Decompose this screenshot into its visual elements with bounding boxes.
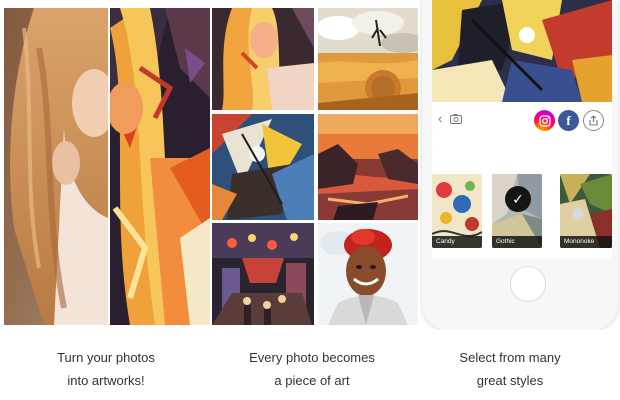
- stylized-photo-preview: [432, 0, 612, 102]
- caption-line: Select from many: [459, 350, 561, 365]
- camera-icon[interactable]: [450, 113, 462, 125]
- artwork-photo-half: [107, 8, 210, 325]
- caption-line: Every photo becomes: [249, 350, 375, 365]
- phone-mockup: ‹ f Candy ✓ Gothic Mononoke: [420, 0, 620, 330]
- artwork-tile-smiling: [318, 223, 418, 325]
- portrait-split-image: [4, 8, 210, 325]
- style-picker: Candy ✓ Gothic Mononoke: [432, 138, 612, 258]
- share-toolbar: ‹ f: [432, 102, 612, 139]
- artwork-tile-sailing: [212, 114, 314, 220]
- caption-select-styles: Select from many great styles: [410, 346, 610, 392]
- selected-check-icon: ✓: [505, 186, 531, 212]
- original-photo-half: [4, 8, 116, 325]
- style-option-mononoke[interactable]: Mononoke: [560, 174, 612, 248]
- export-icon[interactable]: [583, 110, 604, 131]
- instagram-icon[interactable]: [534, 110, 555, 131]
- caption-line: into artworks!: [67, 373, 145, 388]
- facebook-icon[interactable]: f: [558, 110, 579, 131]
- artwork-grid: [212, 8, 418, 325]
- caption-every-photo: Every photo becomes a piece of art: [212, 346, 412, 392]
- caption-turn-photos: Turn your photos into artworks!: [6, 346, 206, 392]
- phone-body: ‹ f Candy ✓ Gothic Mononoke: [422, 0, 618, 330]
- artwork-tile-street: [212, 223, 314, 325]
- style-label: Mononoke: [560, 236, 612, 248]
- phone-screen: ‹ f Candy ✓ Gothic Mononoke: [432, 0, 612, 258]
- artwork-tile-portrait: [212, 8, 314, 110]
- artwork-tile-coast: [318, 114, 418, 220]
- caption-line: Turn your photos: [57, 350, 155, 365]
- home-button[interactable]: [510, 266, 546, 302]
- style-option-gothic[interactable]: ✓ Gothic: [492, 174, 542, 248]
- style-label: Gothic: [492, 236, 542, 248]
- caption-line: great styles: [476, 373, 544, 388]
- style-label: Candy: [432, 236, 482, 248]
- artwork-tile-desert: [318, 8, 418, 110]
- style-option-candy[interactable]: Candy: [432, 174, 482, 248]
- caption-line: a piece of art: [274, 373, 350, 388]
